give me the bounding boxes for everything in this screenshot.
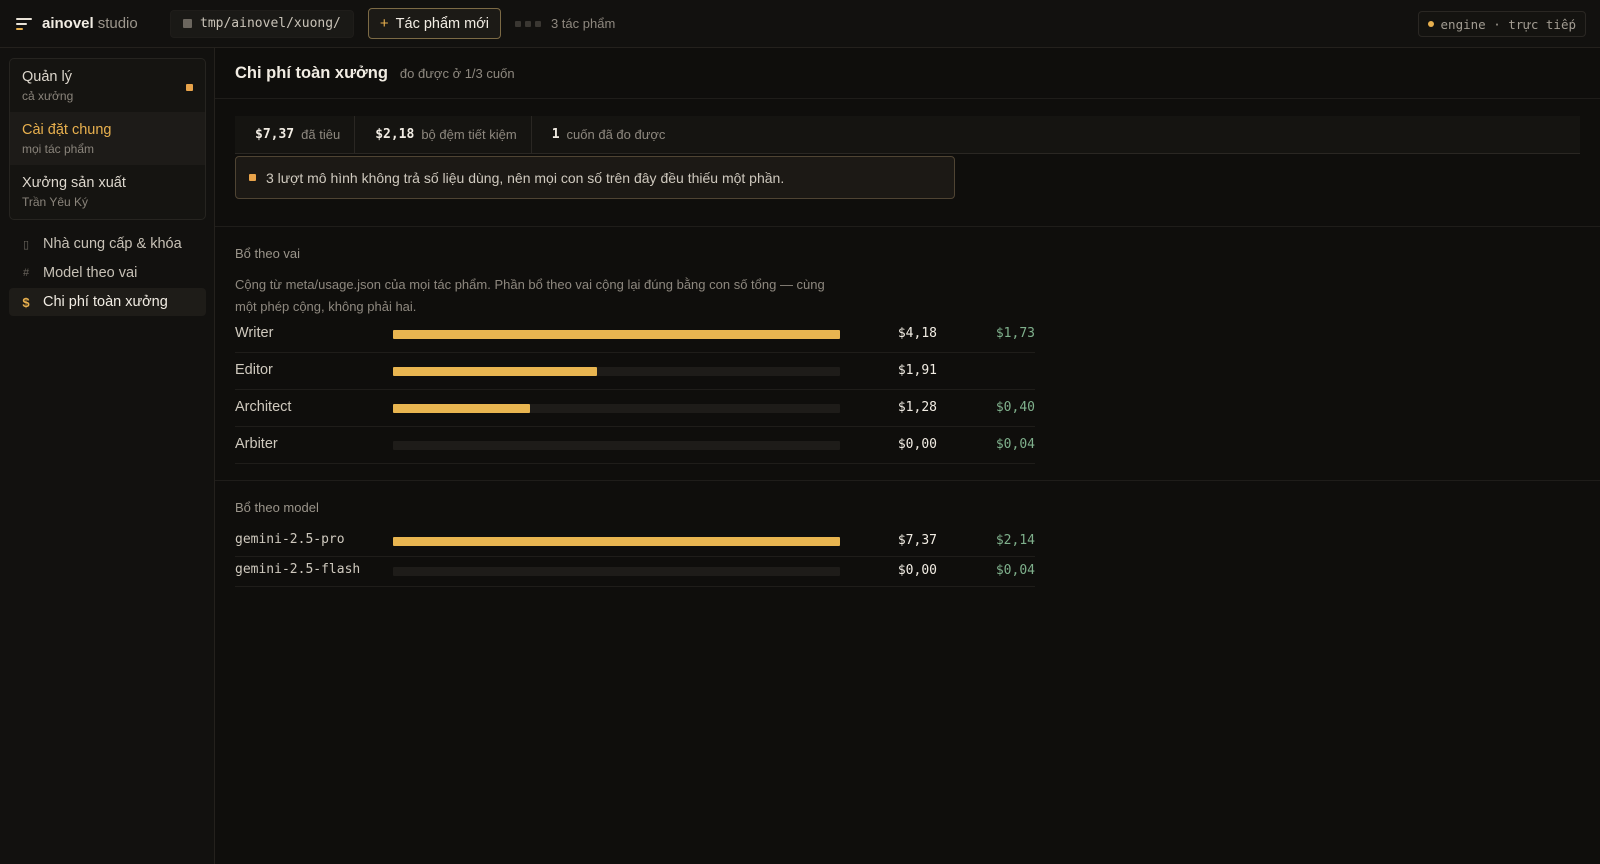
brand-sub: studio: [97, 15, 138, 32]
works-dots-icon: [514, 20, 541, 27]
sidebar-item-label: Chi phí toàn xưởng: [43, 294, 168, 310]
cost-bar-track: [393, 537, 840, 546]
stat-label: cuốn đã đo được: [566, 127, 666, 142]
scope-item-studio[interactable]: Xưởng sản xuất Trần Yêu Ký: [10, 165, 205, 218]
hash-icon: #: [22, 267, 30, 279]
section-title-by-model: Bổ theo model: [235, 500, 319, 515]
scope-subtitle: mọi tác phẩm: [22, 142, 95, 156]
folder-icon: [183, 19, 192, 28]
new-work-label: Tác phẩm mới: [395, 15, 489, 32]
model-row: gemini-2.5-flash $0,00 $0,04: [235, 557, 1035, 587]
engine-status: engine · trực tiếp: [1417, 11, 1586, 37]
page-title: Chi phí toàn xưởng: [235, 63, 388, 82]
scope-title: Xưởng sản xuất: [22, 175, 126, 191]
section-description: Cộng từ meta/usage.json của mọi tác phẩm…: [235, 277, 825, 314]
cost-bar-fill: [393, 330, 840, 339]
sidebar-item-providers[interactable]: ▯ Nhà cung cấp & khóa: [9, 230, 206, 258]
cost-bar-track: [393, 404, 840, 413]
stat-value: 1: [551, 127, 560, 142]
row-saved: $0,04: [995, 437, 1035, 452]
sidebar-item-costs[interactable]: $ Chi phí toàn xưởng: [9, 288, 206, 316]
model-row: gemini-2.5-pro $7,37 $2,14: [235, 527, 1035, 557]
sidebar: Quản lý cả xưởng Cài đặt chung mọi tác p…: [0, 48, 215, 864]
top-bar: ainovel studio tmp/ainovel/xuong/ + Tác …: [0, 0, 1600, 48]
warning-icon: [249, 174, 256, 181]
work-count: 3 tác phẩm: [514, 16, 616, 31]
main-content: Chi phí toàn xưởng đo được ở 1/3 cuốn $7…: [215, 48, 1600, 864]
new-work-button[interactable]: + Tác phẩm mới: [367, 8, 501, 39]
scope-title: Cài đặt chung: [22, 122, 112, 138]
summary-stats: $7,37 đã tiêu $2,18 bộ đệm tiết kiệm 1 c…: [235, 116, 1580, 154]
status-dot-icon: [1427, 21, 1434, 27]
row-label: Writer: [235, 325, 274, 341]
row-label: Architect: [235, 399, 292, 415]
row-cost: $7,37: [897, 533, 937, 548]
page-subtitle: đo được ở 1/3 cuốn: [399, 65, 515, 81]
row-label: Arbiter: [235, 436, 278, 452]
warning-text: 3 lượt mô hình không trả số liệu dùng, n…: [266, 169, 785, 186]
stat-label: bộ đệm tiết kiệm: [421, 127, 517, 142]
row-saved: $0,40: [995, 400, 1035, 415]
row-cost: $1,91: [897, 363, 937, 378]
role-row: Architect $1,28 $0,40: [235, 390, 1035, 427]
role-row: Editor $1,91: [235, 353, 1035, 390]
stat-cache-saved: $2,18 bộ đệm tiết kiệm: [355, 116, 532, 153]
menu-logo-icon: [16, 17, 32, 31]
row-cost: $0,00: [897, 563, 937, 578]
dollar-icon: $: [22, 294, 30, 310]
section-divider: [215, 480, 1600, 481]
row-cost: $0,00: [897, 437, 937, 452]
scope-subtitle: Trần Yêu Ký: [22, 195, 89, 209]
row-label: Editor: [235, 362, 273, 378]
attention-badge-icon: [186, 84, 193, 91]
row-saved: $1,73: [995, 326, 1035, 341]
row-cost: $4,18: [897, 326, 937, 341]
cost-bar-fill: [393, 537, 840, 546]
role-row: Writer $4,18 $1,73: [235, 316, 1035, 353]
section-title-by-role: Bổ theo vai: [235, 246, 301, 261]
sidebar-item-label: Model theo vai: [43, 265, 138, 281]
section-divider: [215, 226, 1600, 227]
role-row: Arbiter $0,00 $0,04: [235, 427, 1035, 464]
cost-bar-fill: [393, 367, 598, 376]
cost-bar-fill: [393, 404, 530, 413]
row-saved: $2,14: [995, 533, 1035, 548]
cost-bar-track: [393, 567, 840, 576]
row-cost: $1,28: [897, 400, 937, 415]
plus-icon: +: [379, 15, 389, 32]
scope-title: Quản lý: [22, 69, 72, 85]
cost-bar-track: [393, 330, 840, 339]
cost-bar-track: [393, 367, 840, 376]
stat-value: $7,37: [255, 127, 295, 142]
row-label: gemini-2.5-flash: [235, 562, 361, 577]
work-count-text: 3 tác phẩm: [550, 16, 616, 31]
workspace-path-text: tmp/ainovel/xuong/: [200, 16, 341, 31]
stat-value: $2,18: [375, 127, 415, 142]
stat-volumes-measured: 1 cuốn đã đo được: [532, 116, 680, 153]
stat-spent: $7,37 đã tiêu: [235, 116, 356, 153]
stat-label: đã tiêu: [301, 127, 341, 142]
sidebar-item-label: Nhà cung cấp & khóa: [43, 236, 182, 252]
workspace-path[interactable]: tmp/ainovel/xuong/: [170, 9, 354, 38]
sidebar-item-role-models[interactable]: # Model theo vai: [9, 259, 206, 287]
scope-item-general-settings[interactable]: Cài đặt chung mọi tác phẩm: [10, 112, 205, 165]
row-saved: $0,04: [995, 563, 1035, 578]
cost-bar-track: [393, 441, 840, 450]
scope-subtitle: cả xưởng: [22, 89, 74, 103]
missing-usage-warning: 3 lượt mô hình không trả số liệu dùng, n…: [235, 156, 955, 199]
server-icon: ▯: [22, 238, 30, 251]
brand-name: ainovel: [42, 15, 94, 32]
page-header: Chi phí toàn xưởng đo được ở 1/3 cuốn: [215, 48, 1600, 99]
brand[interactable]: ainovel studio: [16, 15, 154, 32]
scope-switcher: Quản lý cả xưởng Cài đặt chung mọi tác p…: [9, 58, 206, 220]
scope-item-manage[interactable]: Quản lý cả xưởng: [10, 59, 205, 112]
engine-status-text: engine · trực tiếp: [1440, 16, 1576, 32]
row-label: gemini-2.5-pro: [235, 532, 345, 547]
